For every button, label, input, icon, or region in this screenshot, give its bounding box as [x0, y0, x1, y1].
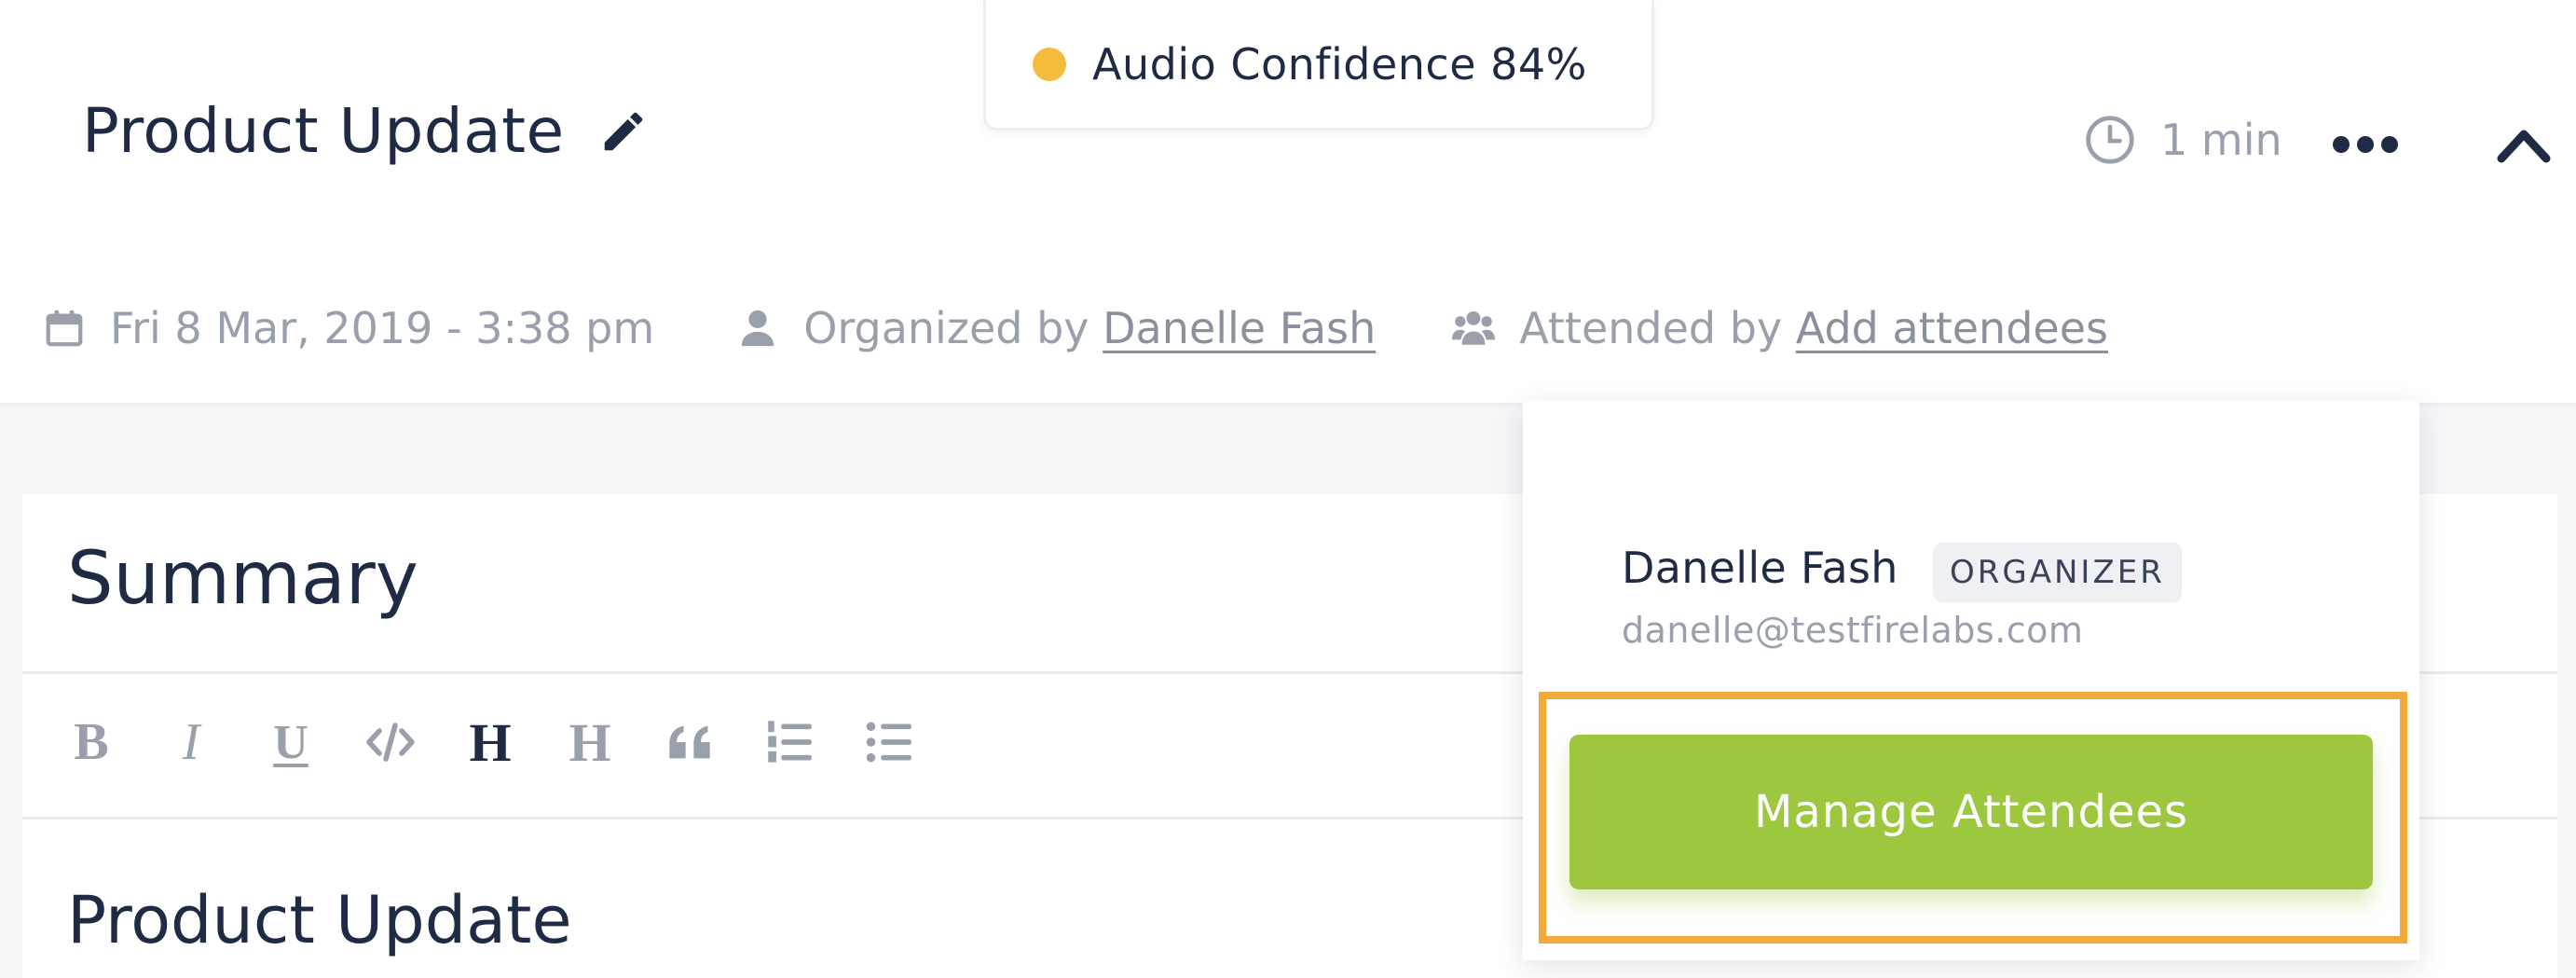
- calendar-icon: [46, 310, 83, 347]
- ordered-list-icon: [768, 721, 812, 763]
- manage-attendees-button[interactable]: Manage Attendees: [1569, 735, 2373, 889]
- audio-confidence-badge: Audio Confidence 84%: [983, 0, 1654, 131]
- organizer-badge: ORGANIZER: [1933, 543, 2182, 602]
- editor-toolbar: B I U H H: [63, 712, 961, 773]
- add-attendees-link[interactable]: Add attendees: [1796, 303, 2108, 353]
- bold-button[interactable]: B: [63, 713, 119, 771]
- organizer-link[interactable]: Danelle Fash: [1103, 303, 1376, 353]
- meeting-date: Fri 8 Mar, 2019 - 3:38 pm: [43, 303, 654, 353]
- underline-button[interactable]: U: [263, 714, 319, 770]
- quote-button[interactable]: [662, 714, 718, 770]
- italic-label: I: [182, 713, 200, 771]
- heading-one-button[interactable]: H: [462, 712, 518, 773]
- code-icon: [366, 723, 415, 762]
- italic-button[interactable]: I: [163, 713, 219, 771]
- duration: 1 min: [2084, 114, 2282, 166]
- quote-icon: [669, 725, 710, 759]
- bullet-list-button[interactable]: [861, 714, 917, 770]
- underline-label: U: [273, 715, 308, 769]
- organized-by-label: Organized by: [803, 303, 1089, 353]
- bullet-list-icon: [866, 722, 911, 763]
- meeting-view: Product Update 1 min Fri 8 Mar, 2019 - 3…: [0, 0, 2576, 978]
- more-horizontal-icon[interactable]: [2330, 121, 2401, 168]
- pencil-icon[interactable]: [598, 106, 649, 157]
- confidence-status-dot: [1033, 47, 1066, 81]
- heading-two-button[interactable]: H: [562, 712, 618, 773]
- heading-one-label: H: [469, 711, 512, 773]
- meeting-attendees: Attended by Add attendees: [1452, 303, 2108, 353]
- people-group-icon: [1452, 310, 1496, 345]
- clock-icon: [2086, 116, 2134, 164]
- ordered-list-button[interactable]: [761, 714, 817, 770]
- summary-title: Summary: [67, 537, 418, 621]
- attended-by-label: Attended by: [1519, 303, 1783, 353]
- person-icon: [741, 310, 774, 347]
- meeting-date-text: Fri 8 Mar, 2019 - 3:38 pm: [110, 303, 655, 353]
- meeting-organizer: Organized by Danelle Fash: [736, 303, 1376, 353]
- audio-confidence-text: Audio Confidence 84%: [1092, 38, 1587, 90]
- attendee-email: danelle@testfirelabs.com: [1622, 610, 2084, 651]
- title-row: Product Update: [82, 95, 649, 167]
- code-button[interactable]: [363, 714, 418, 770]
- meeting-meta: Fri 8 Mar, 2019 - 3:38 pm Organized by D…: [43, 303, 2108, 353]
- heading-two-label: H: [569, 711, 611, 773]
- attendee-name: Danelle Fash: [1622, 543, 1898, 593]
- summary-content-heading[interactable]: Product Update: [67, 882, 572, 958]
- duration-text: 1 min: [2160, 115, 2282, 165]
- chevron-up-icon[interactable]: [2494, 121, 2554, 168]
- meeting-title[interactable]: Product Update: [82, 95, 565, 167]
- bold-label: B: [74, 713, 109, 771]
